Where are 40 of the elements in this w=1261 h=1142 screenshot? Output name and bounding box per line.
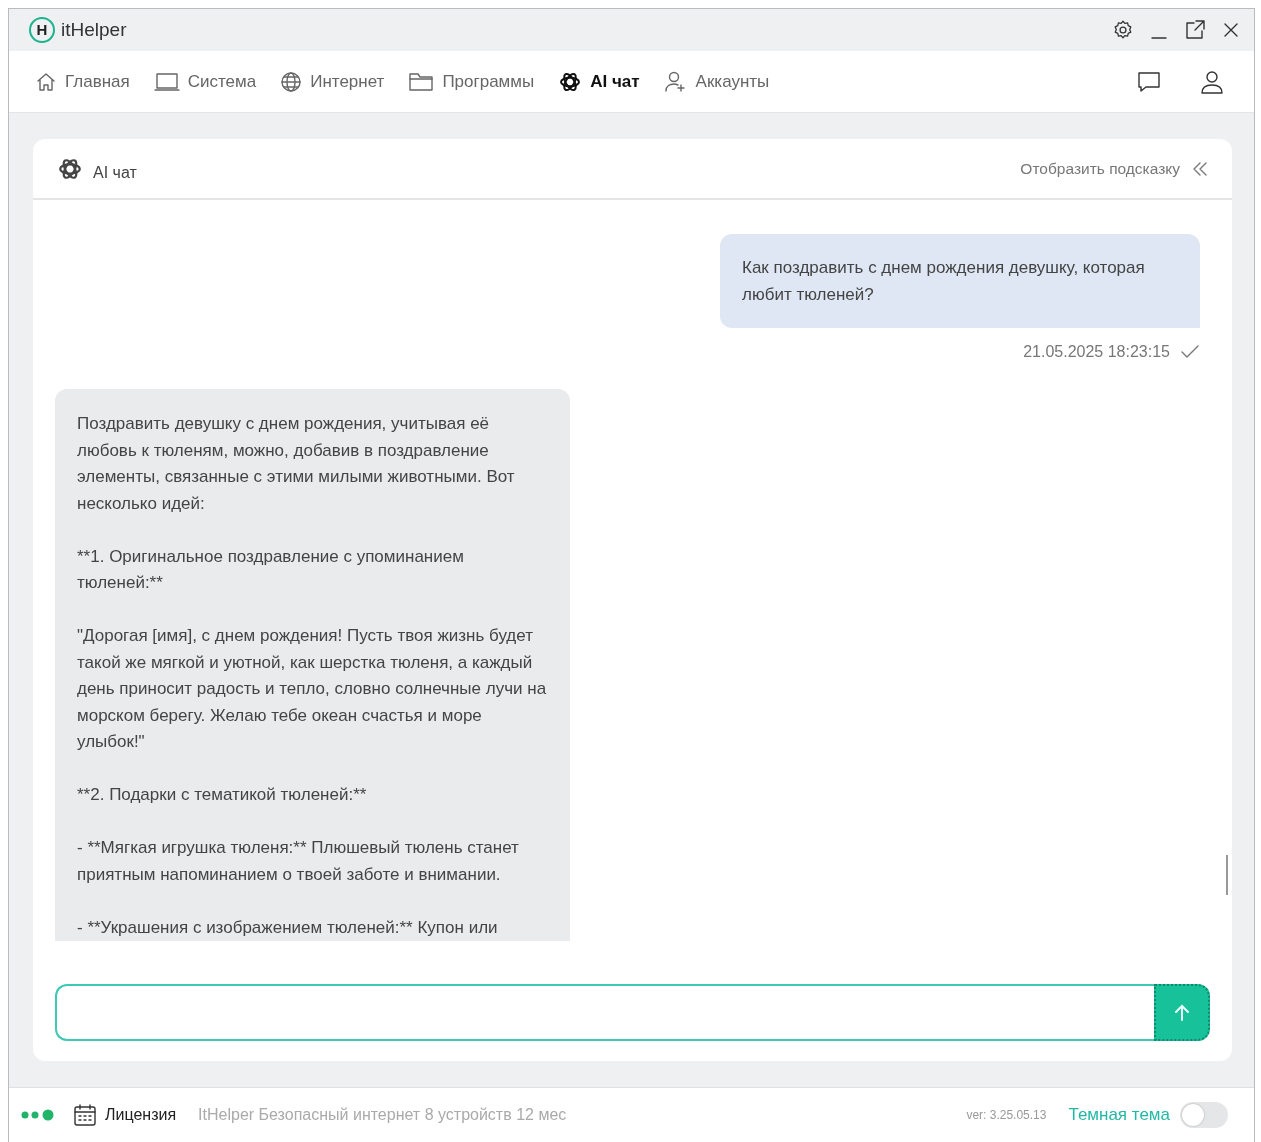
arrow-up-icon (1173, 1003, 1191, 1022)
message-paragraph: "Дорогая [имя], с днем рождения! Пусть твоя жизнь будет такой же мягкой и уютной, как шерстка тюленя, а каждый день приносит радость и тепло, словно солнечные лучи на морском берегу. Желаю тебе океан счастья и море улыбок!" (77, 625, 548, 753)
nav-tab[interactable]: AI чат (556, 64, 642, 99)
nav-tab[interactable]: Программы (406, 64, 537, 99)
user-add-icon (663, 69, 688, 94)
show-hint-button[interactable]: Отобразить подсказку (1020, 156, 1208, 181)
chat-title: AI чат (93, 162, 137, 183)
message-input[interactable] (55, 984, 1154, 1041)
globe-icon (280, 70, 303, 93)
app-logo: H (29, 17, 55, 43)
settings-icon[interactable] (1112, 19, 1134, 41)
message-paragraph: **1. Оригинальное поздравление с упоминанием тюленей:** (77, 545, 465, 594)
home-icon (35, 70, 57, 93)
version-text: ver: 3.25.05.13 (966, 1107, 1047, 1124)
calendar-icon (73, 1103, 97, 1127)
checkmark-icon (1180, 344, 1200, 360)
close-icon[interactable] (1222, 21, 1240, 39)
nav-tab[interactable]: Система (151, 64, 259, 99)
nav-tab[interactable]: Главная (33, 64, 132, 99)
message-paragraph: - **Мягкая игрушка тюленя:** Плюшевый тюлень станет приятным напоминанием о твоей заботе и внимании. (77, 837, 520, 886)
message-paragraph: Поздравить девушку с днем рождения, учитывая её любовь к тюленям, можно, добавив в поздравление элементы, связанные с этими милыми животными. Вот несколько идей: (77, 413, 516, 515)
send-button[interactable] (1154, 984, 1210, 1041)
scrollbar-thumb (1226, 855, 1228, 895)
window-title: itHelper (61, 17, 127, 42)
theme-label: Темная тема (1068, 1104, 1170, 1127)
nav-tab[interactable]: Аккаунты (661, 64, 772, 99)
pop-out-icon[interactable] (1184, 19, 1206, 41)
double-chevron-icon (1192, 160, 1208, 177)
folder-icon (408, 70, 435, 93)
license-text: ItHelper Безопасный интернет 8 устройств 12 мес (198, 1105, 567, 1125)
chat-bubble-icon[interactable] (1136, 69, 1162, 94)
user-icon[interactable] (1200, 68, 1224, 95)
license-label: Лицензия (105, 1105, 177, 1125)
laptop-icon (153, 71, 180, 92)
theme-toggle[interactable] (1180, 1102, 1228, 1128)
message-time: 21.05.2025 18:23:15 (1023, 342, 1170, 362)
nav-tab[interactable]: Интернет (278, 64, 387, 99)
message-paragraph: - **Украшения с изображением тюленей:** Купон или (77, 916, 499, 939)
message-paragraph: **2. Подарки с тематикой тюленей:** (77, 784, 368, 806)
user-message: Как поздравить с днем рождения девушку, которая любит тюленей? (720, 234, 1200, 328)
